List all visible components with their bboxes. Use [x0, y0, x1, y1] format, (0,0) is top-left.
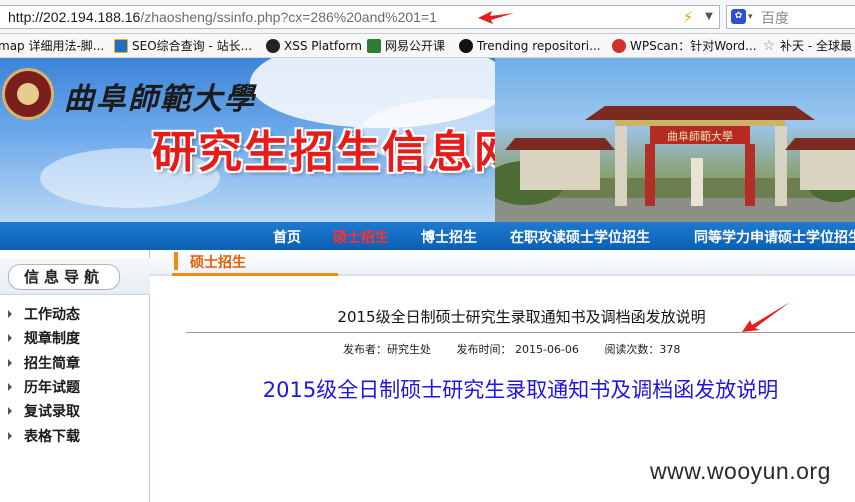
gate-illustration: 曲阜師範大學 — [485, 106, 855, 222]
play-icon — [367, 38, 381, 53]
section-title: 硕士招生 — [190, 255, 246, 271]
arrow-icon — [8, 359, 12, 367]
bookmark-item[interactable]: SEO综合查询 - 站长... — [114, 38, 252, 54]
lightning-icon[interactable]: ⚡ — [678, 7, 698, 27]
bookmark-item[interactable]: XSS Platform — [266, 38, 362, 54]
campus-gate-photo: 曲阜師範大學 — [485, 58, 855, 222]
url-text[interactable]: http://202.194.188.16/zhaosheng/ssinfo.p… — [8, 9, 437, 25]
site-title: 研究生招生信息网 — [152, 127, 520, 178]
url-bar[interactable]: http://202.194.188.16/zhaosheng/ssinfo.p… — [0, 5, 720, 29]
read-count: 阅读次数：378 — [604, 343, 681, 356]
sidebar-item[interactable]: 规章制度 — [8, 328, 80, 348]
bookmark-label: WPScan：针对Word... — [630, 39, 757, 53]
article-meta: 发布者：研究生处 发布时间： 2015-06-06 阅读次数：378 — [343, 341, 702, 357]
chinaz-icon — [114, 38, 128, 53]
sidebar-item[interactable]: 工作动态 — [8, 304, 80, 324]
bookmark-label: 补天 - 全球最 — [780, 39, 852, 53]
watermark: www.wooyun.org — [650, 458, 831, 484]
bookmark-label: 网易公开课 — [385, 39, 446, 53]
university-logo — [2, 68, 54, 120]
bookmark-item[interactable]: map 详细用法-脚... — [0, 38, 104, 54]
bookmark-item[interactable]: WPScan：针对Word... — [612, 38, 757, 54]
url-host: http://202.194.188.16 — [8, 9, 141, 25]
nav-item-doctor[interactable]: 博士招生 — [421, 227, 477, 247]
site-banner: 曲阜師範大學 研究生招生信息网 曲阜師範大學 — [0, 58, 855, 222]
red-arrow-annotation — [478, 11, 514, 24]
sidebar-item[interactable]: 历年试题 — [8, 377, 80, 397]
bookmark-item[interactable]: Trending repositori... — [459, 38, 601, 54]
url-dropdown-icon[interactable]: ▼ — [700, 7, 718, 27]
bookmarks-bar: map 详细用法-脚... SEO综合查询 - 站长... XSS Platfo… — [0, 34, 855, 58]
bookmark-label: SEO综合查询 - 站长... — [132, 39, 253, 53]
publisher: 发布者：研究生处 — [343, 343, 431, 356]
arrow-icon — [8, 383, 12, 391]
article-heading: 2015级全日制硕士研究生录取通知书及调档函发放说明 — [262, 378, 779, 402]
nav-item-master[interactable]: 硕士招生 — [333, 227, 389, 247]
red-arrow-annotation — [742, 302, 790, 332]
sidebar-item-label: 表格下载 — [24, 429, 80, 445]
sidebar-item[interactable]: 招生简章 — [8, 353, 80, 373]
sidebar-header: 信息导航 — [0, 258, 150, 295]
nav-item-inservice[interactable]: 在职攻读硕士学位招生 — [510, 227, 650, 247]
github-icon — [459, 38, 473, 53]
wpscan-icon — [612, 38, 626, 53]
sidebar-item-label: 复试录取 — [24, 404, 80, 420]
sidebar: 信息导航 工作动态 规章制度 招生简章 历年试题 复试录取 表格下载 — [0, 250, 150, 502]
sidebar-item-label: 招生简章 — [24, 356, 80, 372]
bookmark-item[interactable]: ☆ 补天 - 全球最 — [762, 38, 852, 54]
section-marker — [174, 252, 178, 270]
arrow-icon — [8, 432, 12, 440]
sidebar-item-label: 规章制度 — [24, 331, 80, 347]
sidebar-item-label: 历年试题 — [24, 380, 80, 396]
bookmark-label: Trending repositori... — [477, 39, 601, 53]
sidebar-item-label: 工作动态 — [24, 307, 80, 323]
arrow-icon — [8, 310, 12, 318]
url-path: /zhaosheng/ssinfo.php?cx=286%20and%201=1 — [140, 9, 437, 25]
paw-icon[interactable]: ✿ — [731, 9, 746, 24]
browser-toolbar: http://202.194.188.16/zhaosheng/ssinfo.p… — [0, 0, 855, 34]
arrow-icon — [8, 407, 12, 415]
bookmark-label: map 详细用法-脚... — [0, 39, 105, 53]
main-nav: 首页 硕士招生 博士招生 在职攻读硕士学位招生 同等学力申请硕士学位招生 — [0, 222, 855, 250]
arrow-icon — [8, 334, 12, 342]
publish-time: 发布时间： 2015-06-06 — [456, 343, 579, 356]
sidebar-title: 信息导航 — [8, 264, 120, 290]
star-icon: ☆ — [762, 37, 776, 54]
nav-item-equivalent[interactable]: 同等学力申请硕士学位招生 — [694, 227, 855, 247]
skull-icon — [266, 38, 280, 53]
sidebar-item[interactable]: 复试录取 — [8, 401, 80, 421]
bookmark-item[interactable]: 网易公开课 — [367, 38, 445, 54]
search-input[interactable]: 百度 — [761, 8, 789, 28]
gate-sign: 曲阜師範大學 — [667, 129, 733, 143]
search-box[interactable]: ✿ ▾ 百度 — [726, 5, 855, 29]
chevron-down-icon[interactable]: ▾ — [748, 9, 753, 25]
bookmark-label: XSS Platform — [284, 39, 362, 53]
sidebar-item[interactable]: 表格下载 — [8, 426, 80, 446]
nav-item-home[interactable]: 首页 — [273, 227, 301, 247]
school-name: 曲阜師範大學 — [64, 82, 256, 117]
